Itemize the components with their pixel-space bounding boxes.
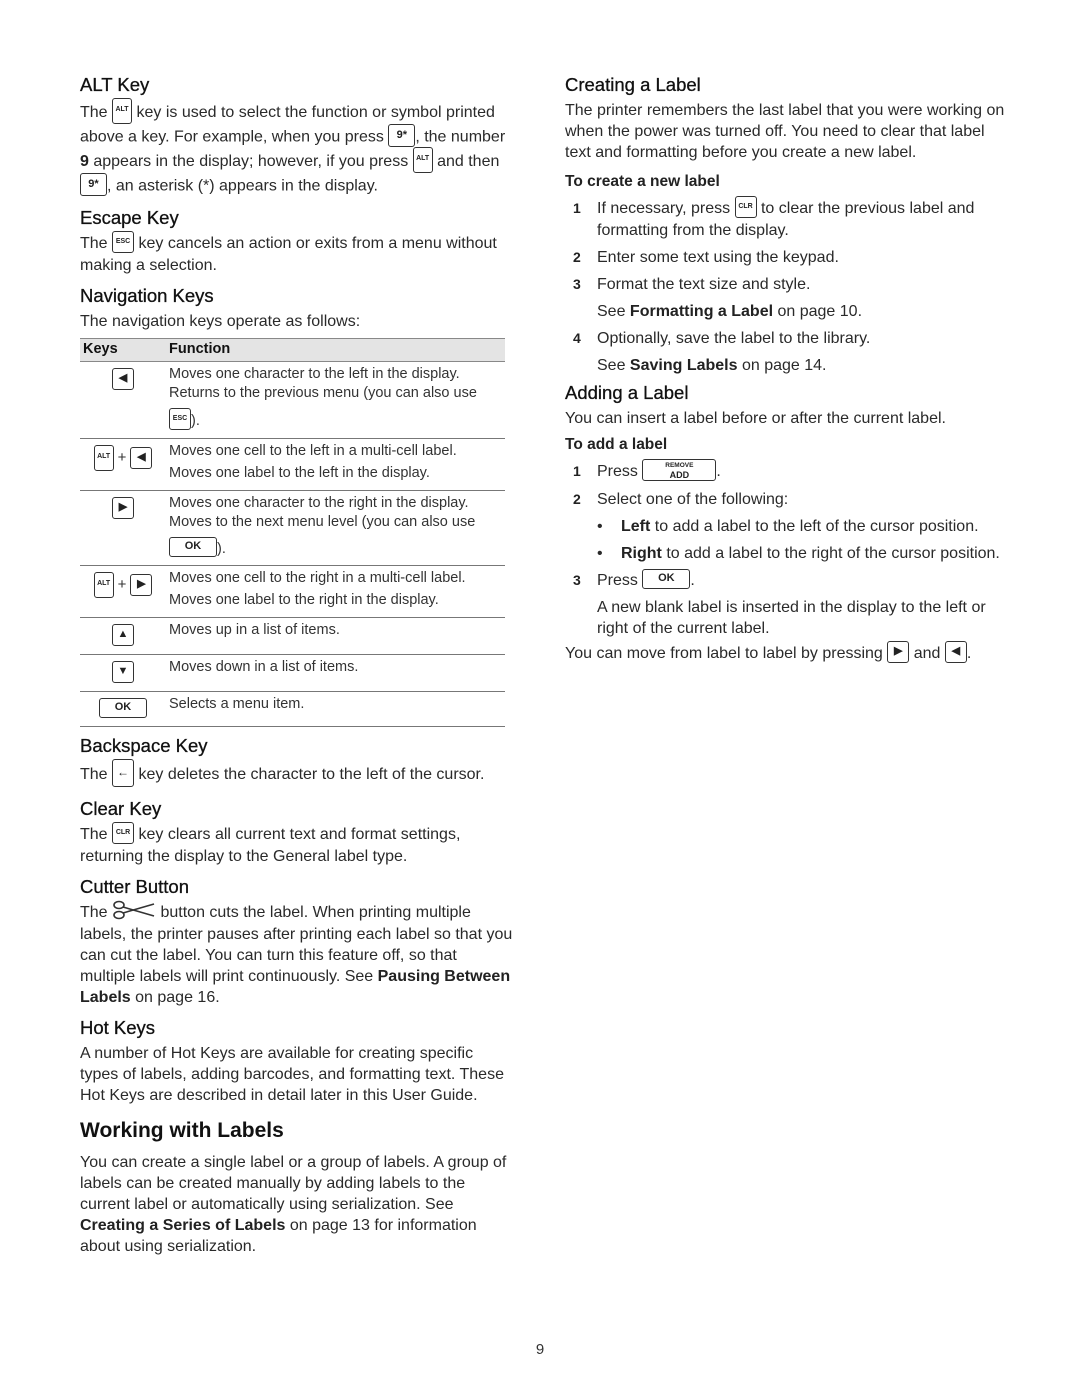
hot-keys-section: Hot Keys A number of Hot Keys are availa…: [80, 1017, 515, 1106]
clr-key-icon: CLR: [734, 196, 757, 218]
list-item: 4 Optionally, save the label to the libr…: [573, 330, 871, 374]
working-with-labels-heading: Working with Labels: [80, 1119, 284, 1143]
nine-star-key-icon: 9*: [388, 124, 416, 147]
saving-labels-link[interactable]: Saving Labels: [630, 357, 738, 374]
escape-key-section: Escape Key The ESC key cancels an action…: [80, 207, 515, 276]
left-arrow-key-icon: ◀: [112, 367, 134, 390]
table-row: ALT + ◀ Moves one cell to the left in a mu…: [80, 438, 505, 491]
add-options-list: • Left to add a label to the left of the …: [597, 516, 1005, 564]
right-column: Creating a Label The printer remembers t…: [565, 74, 1005, 674]
backspace-key-icon: ←: [112, 759, 135, 788]
add-label-subheading: To add a label: [565, 436, 668, 453]
creating-label-heading: Creating a Label: [565, 74, 701, 95]
right-arrow-key-icon: ▶: [130, 573, 153, 596]
plus-sign: +: [117, 576, 127, 594]
navigation-keys-table: Keys Function ◀ Moves one character to t…: [80, 338, 505, 728]
clear-key-section: Clear Key The CLR key clears all current…: [80, 798, 515, 867]
nine-star-key-icon: 9*: [80, 173, 107, 196]
esc-key-icon: ESC: [112, 231, 135, 253]
list-item: 1 Press REMOVE ADD.: [565, 459, 1005, 483]
ok-key-icon: OK: [99, 697, 147, 718]
clr-key-icon: CLR: [112, 822, 135, 845]
cutter-button-section: Cutter Button The button cuts the label.…: [80, 876, 515, 1008]
navigation-keys-intro: The navigation keys operate as follows:: [80, 313, 361, 330]
alt-key-section: ALT Key The ALT key is used to select th…: [80, 74, 515, 198]
list-item: 2 Enter some text using the keypad.: [573, 249, 839, 266]
alt-key-description: The ALT key is used to select the functi…: [80, 98, 515, 198]
ok-key-icon: OK: [642, 568, 691, 589]
keys-column-header: Keys: [80, 338, 166, 362]
list-item: 2 Select one of the following: • Left to …: [565, 489, 1005, 564]
left-column: ALT Key The ALT key is used to select th…: [80, 74, 515, 1266]
navigation-keys-heading: Navigation Keys: [80, 285, 214, 306]
alt-key-icon: ALT: [112, 98, 133, 124]
page-number: 9: [535, 1341, 545, 1358]
list-item: 1 If necessary, press CLR to clear the p…: [565, 196, 1005, 241]
creating-label-section: Creating a Label The printer remembers t…: [565, 74, 1005, 376]
table-row: ▶ Moves one character to the right in th…: [80, 490, 505, 566]
backspace-key-heading: Backspace Key: [80, 735, 208, 757]
cutter-button-description: The button cuts the label. When printing…: [80, 899, 515, 1008]
right-arrow-key-icon: ▶: [112, 496, 134, 519]
bullet: •: [597, 518, 603, 535]
up-arrow-key-icon: ▲: [112, 623, 134, 646]
alt-key-icon: ALT: [93, 571, 114, 598]
remove-add-key-icon: REMOVE ADD: [642, 459, 717, 481]
plus-sign: +: [117, 448, 127, 466]
esc-key-icon: ESC: [169, 407, 191, 430]
adding-label-heading: Adding a Label: [565, 382, 689, 403]
navigation-keys-section: Navigation Keys The navigation keys oper…: [80, 285, 515, 728]
create-new-label-subheading: To create a new label: [565, 173, 720, 190]
scissors-icon: [112, 899, 156, 921]
backspace-key-section: Backspace Key The ← key deletes the char…: [80, 735, 515, 789]
clear-key-description: The CLR key clears all current text and …: [80, 822, 515, 867]
list-item: • Left to add a label to the left of the …: [597, 518, 979, 535]
alt-key-heading: ALT Key: [80, 74, 150, 95]
adding-label-section: Adding a Label You can insert a label be…: [565, 382, 1005, 665]
working-with-labels-description: You can create a single label or a group…: [80, 1154, 507, 1256]
table-header-row: Keys Function: [80, 338, 505, 362]
adding-label-description: You can insert a label before or after t…: [565, 410, 946, 427]
creating-label-description: The printer remembers the last label tha…: [565, 102, 1005, 161]
cutter-button-heading: Cutter Button: [80, 876, 190, 898]
create-label-steps: 1 If necessary, press CLR to clear the p…: [565, 196, 1005, 376]
creating-series-link[interactable]: Creating a Series of Labels: [80, 1217, 285, 1234]
clear-key-heading: Clear Key: [80, 798, 162, 820]
working-with-labels-section: Working with Labels You can create a sin…: [80, 1118, 515, 1257]
left-arrow-key-icon: ◀: [944, 641, 967, 663]
formatting-label-link[interactable]: Formatting a Label: [630, 303, 773, 320]
escape-key-description: The ESC key cancels an action or exits f…: [80, 231, 515, 276]
ok-key-icon: OK: [169, 536, 217, 557]
list-item: • Right to add a label to the right of th…: [597, 545, 1000, 562]
table-row: ALT + ▶ Moves one cell to the right in a m…: [80, 565, 505, 618]
down-arrow-key-icon: ▼: [112, 660, 134, 683]
list-item: 3 Press OK. A new blank label is inserte…: [565, 568, 1005, 639]
escape-key-heading: Escape Key: [80, 207, 179, 228]
bullet: •: [597, 545, 603, 562]
add-label-steps: 1 Press REMOVE ADD. 2 Select one of the f…: [565, 459, 1005, 639]
table-row: ▲ Moves up in a list of items.: [80, 617, 505, 655]
table-row: ▼ Moves down in a list of items.: [80, 654, 505, 692]
list-item: 3 Format the text size and style. See Fo…: [573, 276, 863, 320]
hot-keys-description: A number of Hot Keys are available for c…: [80, 1045, 504, 1105]
backspace-key-description: The ← key deletes the character to the l…: [80, 759, 515, 789]
hot-keys-heading: Hot Keys: [80, 1017, 156, 1039]
left-arrow-key-icon: ◀: [130, 446, 153, 469]
table-row: ◀ Moves one character to the left in the…: [80, 361, 505, 439]
move-between-labels-note: You can move from label to label by pres…: [565, 641, 1005, 665]
function-column-header: Function: [166, 338, 505, 362]
alt-key-icon: ALT: [412, 147, 433, 173]
alt-key-icon: ALT: [93, 444, 114, 471]
table-row: OK Selects a menu item.: [80, 691, 505, 728]
right-arrow-key-icon: ▶: [887, 641, 910, 663]
